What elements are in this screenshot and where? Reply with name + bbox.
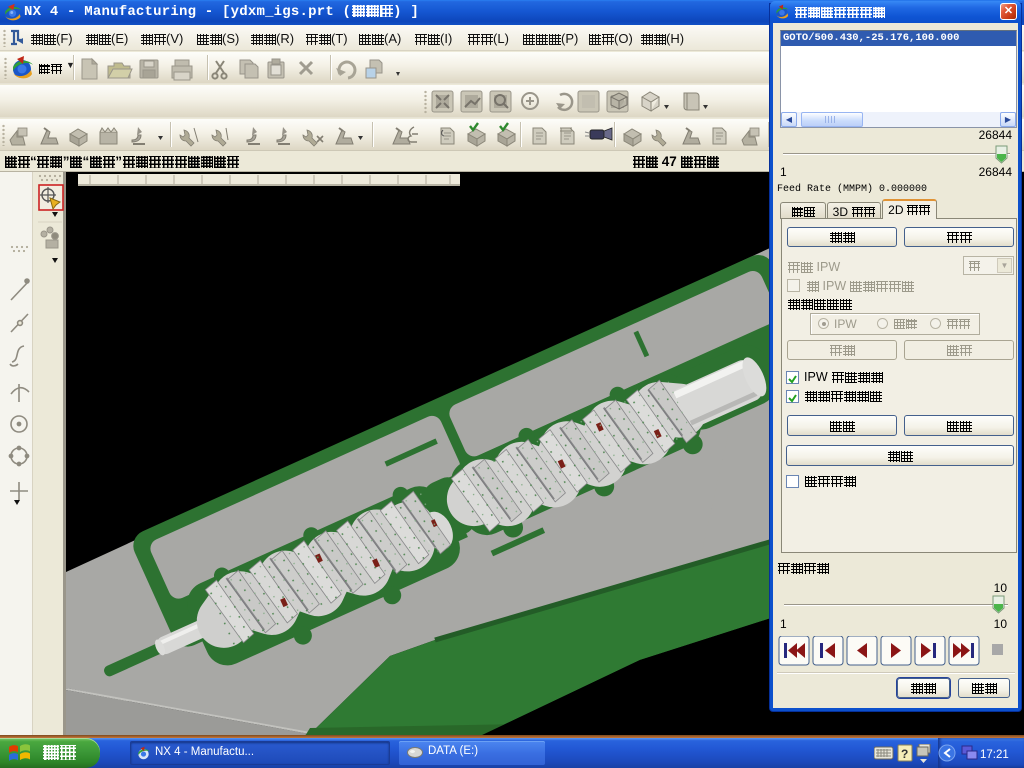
svg-text:?: ?: [901, 747, 908, 761]
svg-text:17:21: 17:21: [980, 749, 1009, 761]
